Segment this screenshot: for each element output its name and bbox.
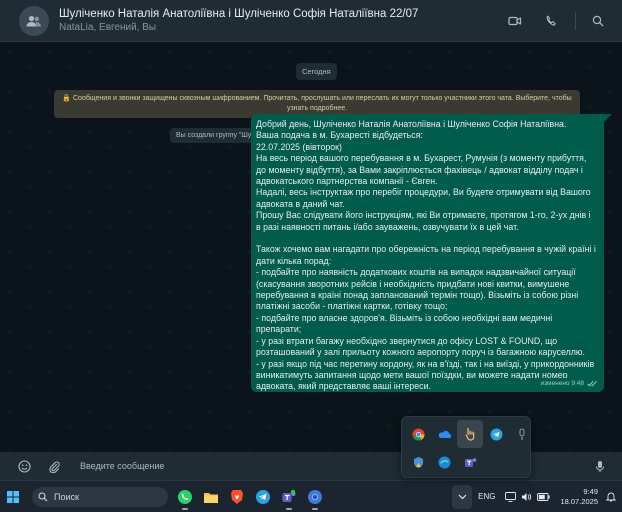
- chat-participants: NataLia, Евгений, Вы: [59, 22, 157, 33]
- tray-item-vpn[interactable]: [405, 448, 431, 476]
- chat-title: Шуліченко Наталія Анатоліївна і Шуліченк…: [59, 8, 419, 20]
- search-chat-button[interactable]: [584, 7, 612, 35]
- message-timestamp: изменено 9:48: [540, 379, 584, 387]
- tray-item-edge[interactable]: [431, 448, 457, 476]
- message-line: 22.07.2025 (вівторок): [256, 141, 342, 152]
- outgoing-message[interactable]: Добрий день, Шуліченко Наталія Анатоліїв…: [251, 114, 604, 392]
- emoji-button[interactable]: [12, 454, 36, 478]
- taskbar-search[interactable]: Поиск: [32, 486, 168, 507]
- date-separator: Сегодня: [296, 63, 337, 80]
- quick-settings[interactable]: [505, 491, 551, 502]
- group-avatar[interactable]: [19, 5, 49, 36]
- search-icon: [38, 491, 48, 501]
- taskbar-app-brave[interactable]: [224, 483, 250, 511]
- bell-icon: [606, 492, 616, 502]
- battery-icon: [537, 492, 551, 501]
- onedrive-icon: [438, 431, 451, 439]
- phone-icon: [546, 15, 556, 26]
- notifications-button[interactable]: [604, 491, 618, 502]
- message-line: - подбайте про власне здоров'я. Візьміть…: [256, 312, 553, 335]
- windows-logo-icon: [7, 490, 19, 503]
- tray-item-telegram[interactable]: [483, 420, 509, 448]
- running-indicator: [312, 507, 318, 510]
- search-label: Поиск: [54, 491, 79, 502]
- microphone-icon: [596, 460, 604, 472]
- telegram-icon: [256, 489, 270, 504]
- tray-item-chrome[interactable]: [405, 420, 431, 448]
- volume-icon: [522, 492, 532, 501]
- teams-icon: [464, 457, 476, 467]
- file-explorer-icon: [204, 492, 218, 503]
- attach-button[interactable]: [42, 454, 66, 478]
- google-chrome-icon: [412, 428, 424, 441]
- message-line: Надалі, весь інструктаж про перебіг проц…: [256, 187, 591, 209]
- message-line: - у разі втрати багажу необхідно звернут…: [256, 335, 585, 358]
- taskbar-app-whatsapp[interactable]: [172, 483, 198, 511]
- clock-time: 9:49: [583, 486, 598, 496]
- message-line: Прошу Вас слідувати його інструкціям, як…: [256, 210, 591, 232]
- voice-call-button[interactable]: [537, 7, 565, 35]
- bubble-tail: [604, 114, 612, 122]
- message-line: - подбайте про наявність додаткових кошт…: [256, 267, 579, 312]
- taskbar-clock[interactable]: 9:49 18.07.2025: [560, 487, 598, 507]
- input-language-indicator[interactable]: ENG: [478, 492, 495, 501]
- taskbar-app-teams[interactable]: [276, 483, 302, 511]
- message-line: На весь період вашого перебування в м. Б…: [256, 153, 587, 187]
- message-line: Ваша подача в м. Бухаресті відбудеться:: [256, 130, 423, 141]
- message-blank-line: [256, 233, 596, 244]
- taskbar-app-chromium[interactable]: [302, 483, 328, 511]
- windows-taskbar: Поиск ENG 9:49 18.07.2025: [0, 480, 622, 512]
- header-divider: [575, 11, 576, 30]
- tray-overflow-popup: [401, 416, 531, 478]
- emoji-icon: [17, 459, 31, 473]
- tray-item-pointer-app[interactable]: [457, 420, 483, 448]
- network-icon: [505, 491, 517, 502]
- message-text: Добрий день, Шуліченко Наталія Анатоліїв…: [256, 119, 596, 392]
- chromium-icon: [308, 489, 322, 504]
- show-hidden-icons-button[interactable]: [452, 484, 473, 509]
- brave-icon: [231, 489, 243, 504]
- running-indicator: [182, 507, 188, 510]
- search-icon: [592, 15, 604, 26]
- voice-message-button[interactable]: [588, 454, 612, 478]
- chat-header-info[interactable]: Шуліченко Наталія Анатоліївна і Шуліченк…: [59, 8, 493, 33]
- chat-header: Шуліченко Наталія Анатоліївна і Шуліченк…: [0, 0, 622, 42]
- running-indicator: [286, 507, 292, 510]
- vpn-shield-icon: [413, 456, 423, 468]
- video-call-button[interactable]: [501, 7, 529, 35]
- video-camera-icon: [508, 16, 522, 25]
- edge-icon: [438, 456, 450, 468]
- hand-pointer-icon: [465, 427, 475, 441]
- paperclip-icon: [49, 461, 60, 473]
- message-line: Також хочемо вам нагадати про обережніст…: [256, 244, 596, 266]
- microphone-icon: [519, 428, 525, 440]
- group-icon: [26, 15, 41, 26]
- chevron-down-icon: [458, 494, 467, 499]
- taskbar-app-file-explorer[interactable]: [198, 483, 224, 511]
- clock-date: 18.07.2025: [560, 496, 598, 506]
- taskbar-app-telegram[interactable]: [250, 483, 276, 511]
- tray-item-onedrive[interactable]: [431, 420, 457, 448]
- whatsapp-icon: [178, 489, 192, 504]
- teams-icon: [282, 489, 296, 502]
- message-meta: изменено 9:48: [536, 377, 598, 389]
- message-line: Добрий день, Шуліченко Наталія Анатоліїв…: [256, 119, 567, 129]
- start-button[interactable]: [2, 486, 24, 508]
- tray-item-microphone[interactable]: [509, 420, 535, 448]
- double-check-icon: [587, 380, 597, 387]
- telegram-icon: [490, 428, 502, 440]
- tray-item-teams[interactable]: [457, 448, 483, 476]
- system-tray: ENG 9:49 18.07.2025: [452, 481, 622, 512]
